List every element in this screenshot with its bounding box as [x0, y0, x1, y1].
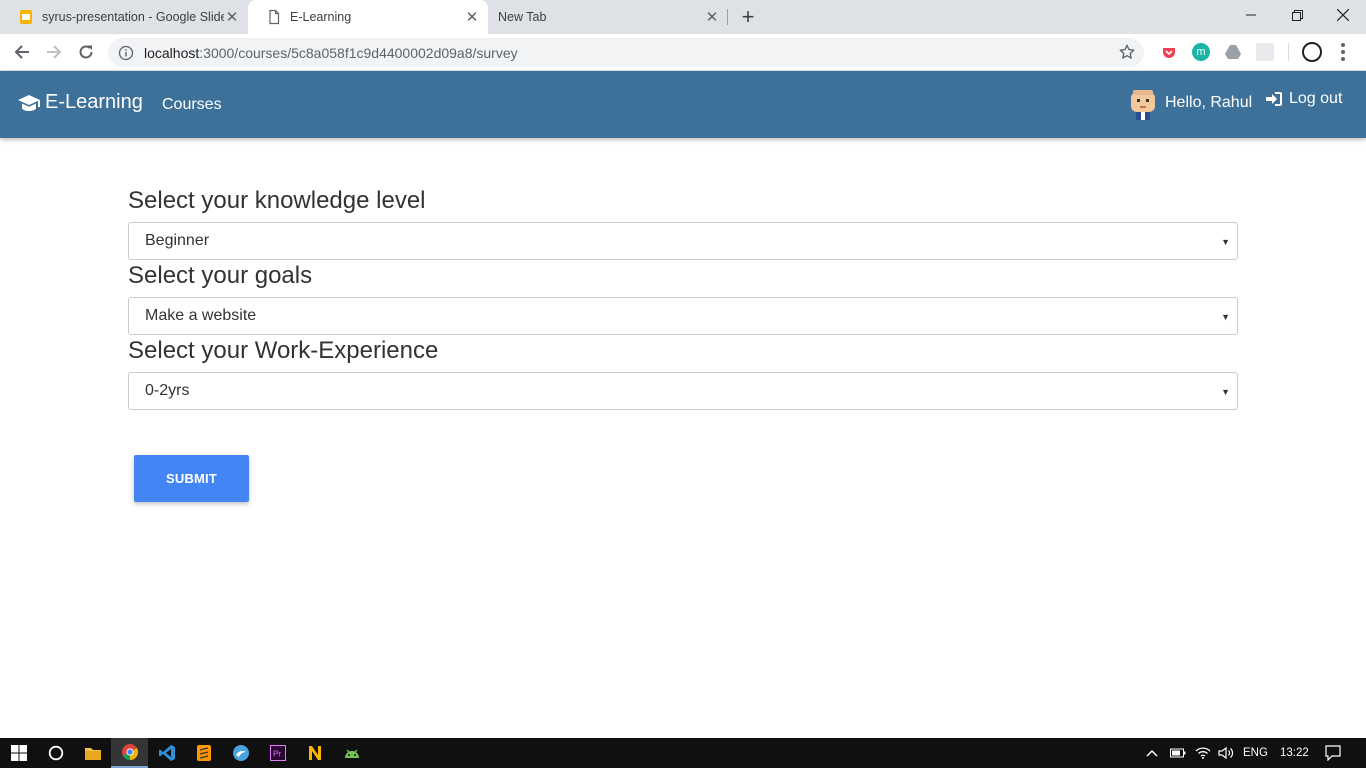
brand-link[interactable]: E-Learning — [17, 91, 143, 114]
tab-e-learning[interactable]: E-Learning ✕ — [248, 0, 488, 34]
knowledge-level-label: Select your knowledge level — [128, 187, 426, 214]
android-studio-icon[interactable] — [333, 738, 370, 768]
back-button[interactable] — [10, 40, 34, 64]
info-icon[interactable] — [118, 45, 134, 61]
new-tab-button[interactable]: + — [736, 4, 760, 29]
page-icon — [266, 9, 282, 25]
sign-in-icon — [1266, 92, 1282, 106]
chrome-icon[interactable] — [111, 738, 148, 768]
close-tab-icon[interactable]: ✕ — [464, 9, 480, 26]
logout-link[interactable]: Log out — [1265, 90, 1342, 108]
cortana-icon[interactable] — [37, 738, 74, 768]
mercury-extension-icon[interactable]: m — [1192, 43, 1210, 61]
premiere-icon[interactable]: Pr — [259, 738, 296, 768]
clock[interactable]: 13:22 — [1280, 738, 1309, 768]
show-hidden-icons-button[interactable] — [1145, 738, 1159, 768]
reload-button[interactable] — [74, 40, 98, 64]
windows-start-icon[interactable] — [0, 738, 37, 768]
profile-avatar[interactable] — [1302, 42, 1322, 62]
windows-taskbar: Pr ENG 13:22 — [0, 738, 1366, 768]
knowledge-level-value: Beginner — [145, 232, 210, 249]
work-experience-select[interactable]: 0-2yrs ▼ — [128, 372, 1238, 410]
url-text: localhost:3000/courses/5c8a058f1c9d44000… — [144, 45, 518, 61]
user-avatar[interactable] — [1128, 88, 1158, 120]
minimize-button[interactable] — [1228, 0, 1274, 30]
logout-label: Log out — [1289, 90, 1343, 107]
drive-extension-icon[interactable] — [1224, 43, 1242, 61]
forward-button[interactable] — [42, 40, 66, 64]
chevron-down-icon: ▼ — [1221, 387, 1230, 397]
action-center-icon[interactable] — [1325, 738, 1341, 768]
survey-form: Select your knowledge level Beginner ▼ S… — [128, 185, 1238, 410]
toolbar-divider — [1288, 43, 1289, 61]
work-experience-value: 0-2yrs — [145, 382, 190, 399]
battery-icon[interactable] — [1170, 738, 1186, 768]
tab-google-slides[interactable]: syrus-presentation - Google Slides ✕ — [0, 0, 248, 34]
brand-name: E-Learning — [45, 91, 143, 113]
browser-tab-strip: syrus-presentation - Google Slides ✕ E-L… — [0, 0, 1366, 34]
graduation-cap-icon — [18, 94, 40, 111]
nav-courses-link[interactable]: Courses — [162, 96, 222, 114]
url-path: :3000/courses/5c8a058f1c9d4400002d09a8/s… — [199, 44, 518, 61]
browser-toolbar: localhost:3000/courses/5c8a058f1c9d44000… — [0, 34, 1366, 71]
browser-icon[interactable] — [222, 738, 259, 768]
knowledge-level-select[interactable]: Beginner ▼ — [128, 222, 1238, 260]
address-bar[interactable]: localhost:3000/courses/5c8a058f1c9d44000… — [108, 38, 1144, 67]
app-navbar: E-Learning Courses Hello, Rahul Log out — [0, 71, 1366, 138]
sublime-icon[interactable] — [185, 738, 222, 768]
goals-label: Select your goals — [128, 262, 313, 289]
restore-button[interactable] — [1274, 0, 1320, 30]
user-greeting: Hello, Rahul — [1165, 94, 1253, 111]
goals-value: Make a website — [145, 307, 257, 324]
volume-icon[interactable] — [1218, 738, 1234, 768]
chevron-down-icon: ▼ — [1221, 312, 1230, 322]
qr-extension-icon[interactable] — [1256, 43, 1274, 61]
svg-text:Pr: Pr — [273, 750, 281, 759]
url-host: localhost — [144, 44, 200, 61]
bookmark-star-icon[interactable] — [1118, 43, 1136, 61]
google-slides-icon — [18, 9, 34, 25]
n-app-icon[interactable] — [296, 738, 333, 768]
tab-divider — [727, 9, 728, 25]
chrome-menu-icon[interactable] — [1340, 43, 1346, 61]
file-explorer-icon[interactable] — [74, 738, 111, 768]
tab-title: syrus-presentation - Google Slides — [42, 10, 224, 24]
wifi-icon[interactable] — [1195, 738, 1211, 768]
language-indicator[interactable]: ENG — [1243, 738, 1268, 768]
tab-new-tab[interactable]: New Tab ✕ — [480, 0, 728, 34]
tab-title: New Tab — [498, 10, 547, 24]
work-experience-label: Select your Work-Experience — [128, 337, 439, 364]
tab-title: E-Learning — [290, 10, 352, 24]
goals-select[interactable]: Make a website ▼ — [128, 297, 1238, 335]
close-tab-icon[interactable]: ✕ — [704, 9, 720, 26]
close-window-button[interactable] — [1320, 0, 1366, 30]
close-tab-icon[interactable]: ✕ — [224, 9, 240, 26]
submit-button[interactable]: SUBMIT — [134, 455, 249, 502]
pocket-extension-icon[interactable] — [1160, 43, 1178, 61]
chevron-down-icon: ▼ — [1221, 237, 1230, 247]
vscode-icon[interactable] — [148, 738, 185, 768]
